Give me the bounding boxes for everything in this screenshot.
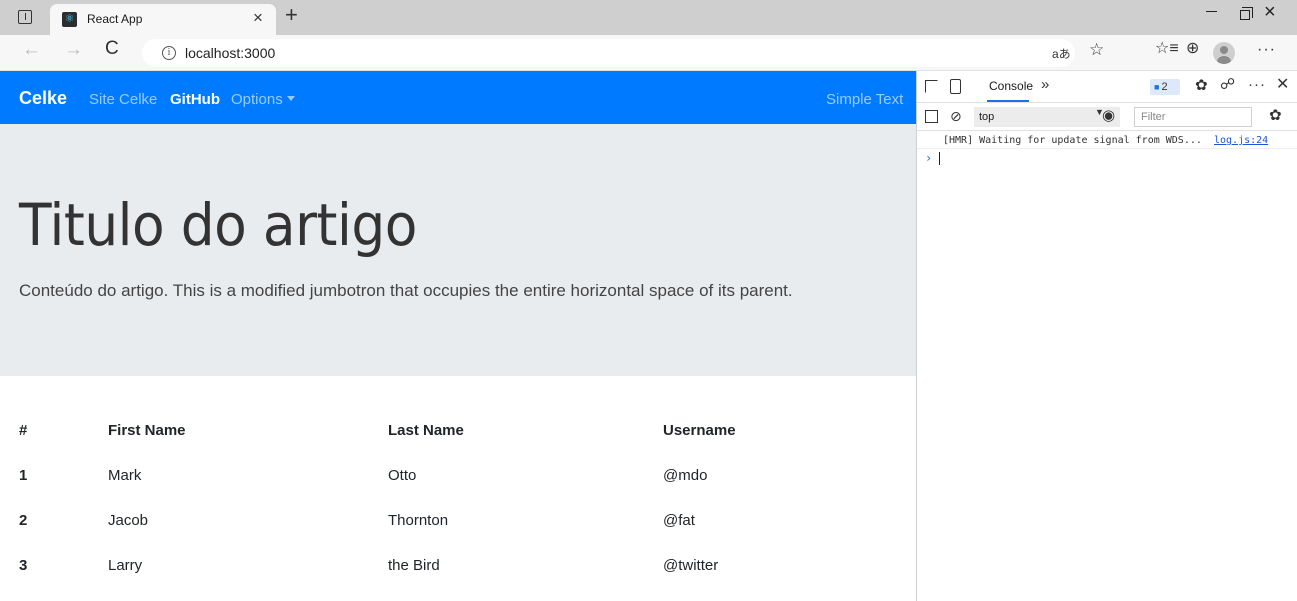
table-cell: Thornton xyxy=(388,512,449,529)
table-cell: Mark xyxy=(108,467,142,484)
console-settings-icon[interactable]: ✿ xyxy=(1269,108,1282,123)
tab-close-icon[interactable]: × xyxy=(253,9,263,26)
browser-toolbar: ← → C i localhost:3000 aあ ☆ ☆≡ ⊕ ··· xyxy=(0,35,1297,71)
table-header-cell: Last Name xyxy=(388,422,464,439)
table-cell: the Bird xyxy=(388,557,440,574)
message-icon: ■ xyxy=(1154,82,1160,92)
table-header-cell: # xyxy=(19,422,28,439)
table-cell: 1 xyxy=(19,467,28,484)
jumbotron: Titulo do artigo Conteúdo do artigo. Thi… xyxy=(0,124,916,376)
forward-arrow-icon[interactable]: → xyxy=(64,40,83,59)
sidebar-toggle-icon[interactable] xyxy=(925,110,938,123)
nav-dropdown-options-label: Options xyxy=(231,91,283,108)
react-favicon-icon: ⚛ xyxy=(62,12,77,27)
add-favorite-icon[interactable]: ☆ xyxy=(1089,41,1104,58)
navbar-brand[interactable]: Celke xyxy=(19,88,67,109)
console-input[interactable] xyxy=(939,152,940,165)
table-cell: 3 xyxy=(19,557,28,574)
table-row: 1 Mark Otto @mdo xyxy=(0,454,916,499)
more-tabs-icon[interactable]: » xyxy=(1041,76,1049,93)
tab-console[interactable]: Console xyxy=(989,79,1033,93)
page-title: Titulo do artigo xyxy=(19,191,417,259)
tab-actions-icon[interactable] xyxy=(18,10,32,24)
live-expression-eye-icon[interactable]: ◉ xyxy=(1102,108,1115,123)
console-toolbar: ⊘ top ▼ ◉ Filter ✿ xyxy=(917,103,1297,131)
close-devtools-icon[interactable]: ✕ xyxy=(1276,77,1289,93)
navbar-text: Simple Text xyxy=(826,91,904,108)
table-header-cell: Username xyxy=(663,422,736,439)
reload-icon[interactable]: C xyxy=(105,39,119,58)
table-header-row: # First Name Last Name Username xyxy=(0,409,916,454)
table-cell: Jacob xyxy=(108,512,149,529)
clear-console-icon[interactable]: ⊘ xyxy=(950,109,962,123)
read-aloud-icon[interactable]: aあ xyxy=(1052,45,1071,62)
browser-titlebar: ⚛ React App × + × xyxy=(0,0,1297,35)
console-log-entry: [HMR] Waiting for update signal from WDS… xyxy=(917,131,1297,149)
connect-icon[interactable]: ☍ xyxy=(1220,77,1235,92)
filter-input[interactable]: Filter xyxy=(1134,107,1252,127)
table-cell: Larry xyxy=(108,557,143,574)
table-row: 2 Jacob Thornton @fat xyxy=(0,499,916,544)
tab-title: React App xyxy=(87,12,143,26)
window-restore-icon[interactable] xyxy=(1240,7,1253,20)
url-text[interactable]: localhost:3000 xyxy=(185,45,275,61)
site-info-icon[interactable]: i xyxy=(162,46,176,60)
table-cell: @fat xyxy=(663,512,695,529)
active-tab-indicator xyxy=(987,100,1029,102)
browser-tab[interactable]: ⚛ React App × xyxy=(50,4,276,35)
profile-avatar[interactable] xyxy=(1213,42,1235,64)
inspect-element-icon[interactable] xyxy=(925,80,938,93)
more-options-icon[interactable]: ··· xyxy=(1248,77,1266,92)
page-viewport: Celke Site Celke GitHub Options Simple T… xyxy=(0,71,916,601)
log-message: [HMR] Waiting for update signal from WDS… xyxy=(943,135,1202,146)
nav-link-site-celke[interactable]: Site Celke xyxy=(89,91,157,108)
back-arrow-icon[interactable]: ← xyxy=(22,40,41,59)
issues-badge[interactable]: ■ 2 xyxy=(1150,79,1180,95)
favorites-icon[interactable]: ☆≡ xyxy=(1155,41,1179,57)
console-prompt-icon: › xyxy=(925,151,933,165)
settings-gear-icon[interactable]: ✿ xyxy=(1195,78,1208,93)
table-header-cell: First Name xyxy=(108,422,186,439)
new-tab-button[interactable]: + xyxy=(285,4,298,26)
log-source-link[interactable]: log.js:24 xyxy=(1214,135,1268,146)
window-close-icon[interactable]: × xyxy=(1264,2,1276,22)
caret-down-icon xyxy=(286,96,295,101)
window-minimize-icon[interactable] xyxy=(1206,11,1217,12)
nav-dropdown-options[interactable]: Options xyxy=(231,91,295,108)
table-cell: Otto xyxy=(388,467,417,484)
table-cell: @twitter xyxy=(663,557,719,574)
address-bar[interactable]: i localhost:3000 xyxy=(142,39,1075,67)
table-cell: 2 xyxy=(19,512,28,529)
collections-icon[interactable]: ⊕ xyxy=(1186,41,1199,57)
jumbotron-lead: Conteúdo do artigo. This is a modified j… xyxy=(19,281,793,300)
site-navbar: Celke Site Celke GitHub Options Simple T… xyxy=(0,71,916,124)
devtools-panel: Console » ■ 2 ✿ ☍ ··· ✕ ⊘ top ▼ ◉ Filter … xyxy=(916,71,1297,601)
table-cell: @mdo xyxy=(663,467,708,484)
browser-menu-icon[interactable]: ··· xyxy=(1257,42,1276,58)
users-table: # First Name Last Name Username 1 Mark O… xyxy=(0,409,916,589)
table-row: 3 Larry the Bird @twitter xyxy=(0,544,916,589)
issues-count: 2 xyxy=(1161,81,1168,93)
devtools-tabbar: Console » ■ 2 ✿ ☍ ··· ✕ xyxy=(917,71,1297,103)
nav-link-github[interactable]: GitHub xyxy=(170,91,220,108)
device-emulation-icon[interactable] xyxy=(950,79,961,94)
